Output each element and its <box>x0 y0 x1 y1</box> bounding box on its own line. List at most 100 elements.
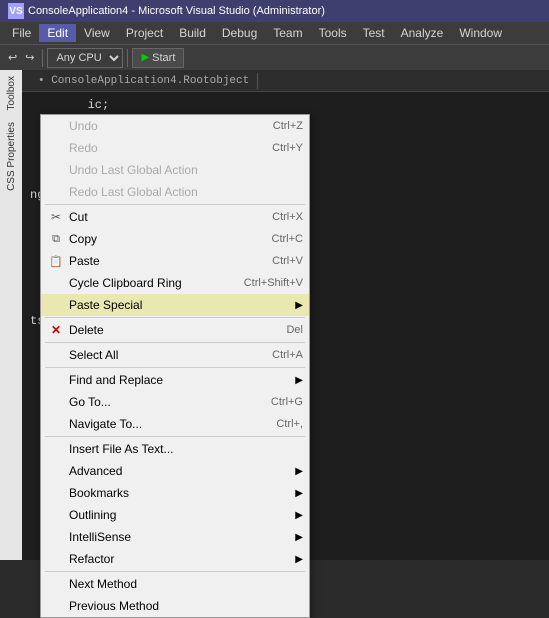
menu-intellisense[interactable]: IntelliSense ▶ <box>41 526 309 548</box>
undo-shortcut: Ctrl+Z <box>273 120 303 132</box>
menu-redo[interactable]: Redo Ctrl+Y <box>41 137 309 159</box>
prev-method-label: Previous Method <box>69 599 303 613</box>
refactor-icon <box>47 550 65 568</box>
next-method-label: Next Method <box>69 577 303 591</box>
menu-insert-file[interactable]: Insert File As Text... <box>41 438 309 460</box>
menu-build[interactable]: Build <box>171 24 214 42</box>
copy-shortcut: Ctrl+C <box>272 233 303 245</box>
sidebar: Toolbox CSS Properties <box>0 70 22 560</box>
select-all-label: Select All <box>69 348 252 362</box>
sidebar-toolbox[interactable]: Toolbox <box>3 70 20 116</box>
find-replace-label: Find and Replace <box>69 373 291 387</box>
cut-label: Cut <box>69 210 252 224</box>
menu-refactor[interactable]: Refactor ▶ <box>41 548 309 570</box>
undo-last-icon <box>47 161 65 179</box>
toolbar-undo[interactable]: ↩ <box>4 51 21 64</box>
menu-team[interactable]: Team <box>265 24 310 42</box>
menu-find-replace[interactable]: Find and Replace ▶ <box>41 369 309 391</box>
main-area: Toolbox CSS Properties • ConsoleApplicat… <box>0 70 549 560</box>
menu-select-all[interactable]: Select All Ctrl+A <box>41 344 309 366</box>
paste-label: Paste <box>69 254 252 268</box>
editor-tab[interactable]: • ConsoleApplication4.Rootobject <box>30 73 258 89</box>
refactor-label: Refactor <box>69 552 291 566</box>
select-all-shortcut: Ctrl+A <box>272 349 303 361</box>
cycle-shortcut: Ctrl+Shift+V <box>244 277 303 289</box>
menu-outlining[interactable]: Outlining ▶ <box>41 504 309 526</box>
advanced-label: Advanced <box>69 464 291 478</box>
menu-copy[interactable]: ⧉ Copy Ctrl+C <box>41 228 309 250</box>
select-all-icon <box>47 346 65 364</box>
navigate-shortcut: Ctrl+, <box>276 418 303 430</box>
paste-special-icon <box>47 296 65 314</box>
menu-undo-last[interactable]: Undo Last Global Action <box>41 159 309 181</box>
redo-label: Redo <box>69 141 252 155</box>
menu-delete[interactable]: ✕ Delete Del <box>41 319 309 341</box>
insert-file-icon <box>47 440 65 458</box>
goto-shortcut: Ctrl+G <box>271 396 303 408</box>
paste-shortcut: Ctrl+V <box>272 255 303 267</box>
outlining-icon <box>47 506 65 524</box>
menu-view[interactable]: View <box>76 24 118 42</box>
outlining-label: Outlining <box>69 508 291 522</box>
cycle-icon <box>47 274 65 292</box>
menu-edit[interactable]: Edit <box>39 24 76 42</box>
menu-project[interactable]: Project <box>118 24 171 42</box>
edit-menu: Undo Ctrl+Z Redo Ctrl+Y Undo Last Global… <box>40 114 310 618</box>
menu-debug[interactable]: Debug <box>214 24 265 42</box>
sep5 <box>45 436 305 437</box>
toolbar: ↩ ↪ Any CPU ▶ Start <box>0 44 549 70</box>
delete-shortcut: Del <box>286 324 303 336</box>
paste-special-label: Paste Special <box>69 298 291 312</box>
sidebar-css-props[interactable]: CSS Properties <box>3 116 20 197</box>
intellisense-label: IntelliSense <box>69 530 291 544</box>
editor-tab-bar: • ConsoleApplication4.Rootobject <box>22 70 549 92</box>
bookmarks-label: Bookmarks <box>69 486 291 500</box>
menu-paste[interactable]: 📋 Paste Ctrl+V <box>41 250 309 272</box>
find-replace-arrow: ▶ <box>295 375 303 386</box>
paste-icon: 📋 <box>47 252 65 270</box>
prev-method-icon <box>47 597 65 615</box>
redo-icon <box>47 139 65 157</box>
menu-paste-special[interactable]: Paste Special ▶ Paste JSON As Classes Pa… <box>41 294 309 316</box>
menu-tools[interactable]: Tools <box>311 24 355 42</box>
toolbar-sep2 <box>127 49 128 67</box>
next-method-icon <box>47 575 65 593</box>
menu-bookmarks[interactable]: Bookmarks ▶ <box>41 482 309 504</box>
menu-window[interactable]: Window <box>451 24 510 42</box>
undo-last-label: Undo Last Global Action <box>69 163 303 177</box>
menu-redo-last[interactable]: Redo Last Global Action <box>41 181 309 203</box>
menu-cut[interactable]: ✂ Cut Ctrl+X <box>41 206 309 228</box>
intellisense-arrow: ▶ <box>295 532 303 543</box>
menu-prev-method[interactable]: Previous Method <box>41 595 309 617</box>
start-button[interactable]: ▶ Start <box>132 48 184 68</box>
find-replace-icon <box>47 371 65 389</box>
advanced-arrow: ▶ <box>295 466 303 477</box>
bookmarks-icon <box>47 484 65 502</box>
menu-test[interactable]: Test <box>355 24 393 42</box>
delete-label: Delete <box>69 323 266 337</box>
copy-label: Copy <box>69 232 252 246</box>
goto-icon <box>47 393 65 411</box>
cpu-dropdown[interactable]: Any CPU <box>47 48 123 68</box>
menu-navigate[interactable]: Navigate To... Ctrl+, <box>41 413 309 435</box>
menu-next-method[interactable]: Next Method <box>41 573 309 595</box>
menu-file[interactable]: File <box>4 24 39 42</box>
refactor-arrow: ▶ <box>295 554 303 565</box>
outlining-arrow: ▶ <box>295 510 303 521</box>
editor-line-1: ic; <box>30 96 541 114</box>
menu-bar: File Edit View Project Build Debug Team … <box>0 22 549 44</box>
title-bar: VS ConsoleApplication4 - Microsoft Visua… <box>0 0 549 22</box>
menu-goto[interactable]: Go To... Ctrl+G <box>41 391 309 413</box>
menu-undo[interactable]: Undo Ctrl+Z <box>41 115 309 137</box>
goto-label: Go To... <box>69 395 251 409</box>
undo-label: Undo <box>69 119 253 133</box>
sep2 <box>45 317 305 318</box>
bookmarks-arrow: ▶ <box>295 488 303 499</box>
title-text: ConsoleApplication4 - Microsoft Visual S… <box>28 5 325 17</box>
menu-analyze[interactable]: Analyze <box>393 24 452 42</box>
toolbar-redo[interactable]: ↪ <box>21 51 38 64</box>
delete-icon: ✕ <box>47 321 65 339</box>
undo-icon <box>47 117 65 135</box>
menu-advanced[interactable]: Advanced ▶ <box>41 460 309 482</box>
menu-cycle-clipboard[interactable]: Cycle Clipboard Ring Ctrl+Shift+V <box>41 272 309 294</box>
